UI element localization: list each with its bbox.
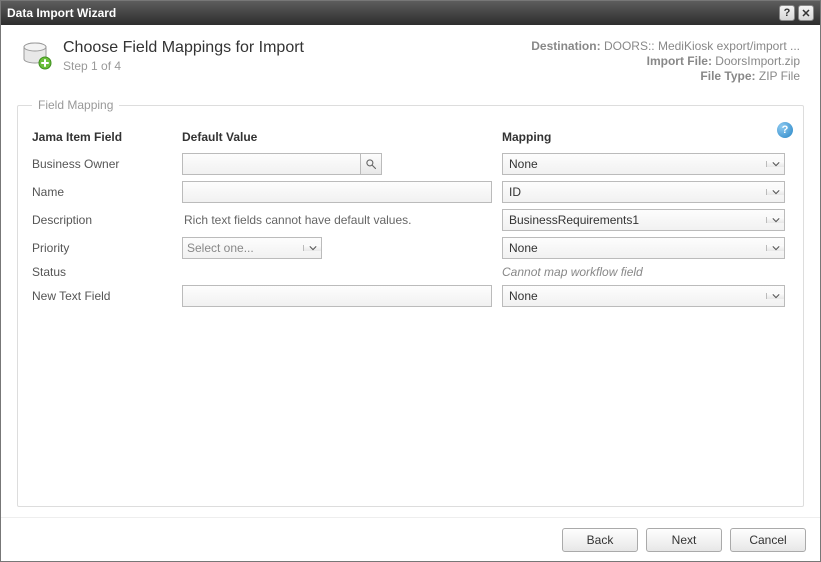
name-mapping-value: ID bbox=[503, 185, 766, 199]
chevron-down-icon bbox=[303, 245, 321, 251]
business-owner-mapping-value: None bbox=[503, 157, 766, 171]
header-titles: Choose Field Mappings for Import Step 1 … bbox=[63, 39, 304, 73]
priority-mapping-value: None bbox=[503, 241, 766, 255]
name-default-input[interactable] bbox=[183, 182, 491, 202]
description-mapping-value: BusinessRequirements1 bbox=[503, 213, 766, 227]
row-status: Status Cannot map workflow field bbox=[32, 262, 789, 282]
chevron-down-icon bbox=[766, 161, 784, 167]
label-business-owner: Business Owner bbox=[32, 150, 182, 178]
chevron-down-icon bbox=[766, 189, 784, 195]
row-name: Name ID bbox=[32, 178, 789, 206]
file-type-value: ZIP File bbox=[759, 69, 800, 83]
file-type-label: File Type: bbox=[700, 69, 755, 83]
field-mapping-table: Jama Item Field Default Value Mapping Bu… bbox=[32, 124, 789, 310]
new-text-field-mapping-dropdown[interactable]: None bbox=[502, 285, 785, 307]
name-mapping-dropdown[interactable]: ID bbox=[502, 181, 785, 203]
destination-value: DOORS:: MediKiosk export/import ... bbox=[604, 39, 800, 53]
status-mapping-note: Cannot map workflow field bbox=[502, 265, 643, 279]
wizard-body: Field Mapping ? Jama Item Field Default … bbox=[1, 94, 820, 517]
label-name: Name bbox=[32, 178, 182, 206]
business-owner-input-wrap bbox=[182, 153, 360, 175]
business-owner-lookup bbox=[182, 153, 382, 175]
label-priority: Priority bbox=[32, 234, 182, 262]
close-button[interactable]: ✕ bbox=[798, 5, 814, 21]
import-wizard-dialog: Data Import Wizard ? ✕ Choose Field Mapp… bbox=[0, 0, 821, 562]
row-description: Description Rich text fields cannot have… bbox=[32, 206, 789, 234]
cancel-button[interactable]: Cancel bbox=[730, 528, 806, 552]
label-new-text-field: New Text Field bbox=[32, 282, 182, 310]
wizard-footer: Back Next Cancel bbox=[1, 517, 820, 561]
label-status: Status bbox=[32, 262, 182, 282]
page-subtitle: Step 1 of 4 bbox=[63, 59, 304, 73]
col-mapping: Mapping bbox=[502, 124, 789, 150]
help-icon[interactable]: ? bbox=[777, 122, 793, 138]
chevron-down-icon bbox=[766, 293, 784, 299]
import-file-label: Import File: bbox=[647, 54, 712, 68]
wizard-header: Choose Field Mappings for Import Step 1 … bbox=[1, 25, 820, 94]
import-file-value: DoorsImport.zip bbox=[715, 54, 800, 68]
help-button-titlebar[interactable]: ? bbox=[779, 5, 795, 21]
name-default-input-wrap bbox=[182, 181, 492, 203]
priority-mapping-dropdown[interactable]: None bbox=[502, 237, 785, 259]
chevron-down-icon bbox=[766, 217, 784, 223]
next-button[interactable]: Next bbox=[646, 528, 722, 552]
table-header-row: Jama Item Field Default Value Mapping bbox=[32, 124, 789, 150]
description-note: Rich text fields cannot have default val… bbox=[182, 213, 411, 227]
business-owner-search-button[interactable] bbox=[360, 153, 382, 175]
row-priority: Priority Select one... None bbox=[32, 234, 789, 262]
row-new-text-field: New Text Field None bbox=[32, 282, 789, 310]
col-default-value: Default Value bbox=[182, 124, 502, 150]
close-icon: ✕ bbox=[801, 7, 810, 20]
description-mapping-dropdown[interactable]: BusinessRequirements1 bbox=[502, 209, 785, 231]
search-icon bbox=[365, 158, 377, 170]
priority-default-combo[interactable]: Select one... bbox=[182, 237, 322, 259]
back-button[interactable]: Back bbox=[562, 528, 638, 552]
label-description: Description bbox=[32, 206, 182, 234]
new-text-field-default-input[interactable] bbox=[183, 286, 491, 306]
header-meta: Destination: DOORS:: MediKiosk export/im… bbox=[531, 39, 800, 84]
database-import-icon bbox=[21, 39, 53, 71]
new-text-field-default-input-wrap bbox=[182, 285, 492, 307]
fieldset-legend: Field Mapping bbox=[32, 98, 119, 112]
new-text-field-mapping-value: None bbox=[503, 289, 766, 303]
business-owner-input[interactable] bbox=[183, 154, 360, 174]
titlebar: Data Import Wizard ? ✕ bbox=[1, 1, 820, 25]
priority-combo-text: Select one... bbox=[183, 241, 303, 255]
page-title: Choose Field Mappings for Import bbox=[63, 39, 304, 57]
row-business-owner: Business Owner bbox=[32, 150, 789, 178]
field-mapping-fieldset: Field Mapping ? Jama Item Field Default … bbox=[17, 98, 804, 507]
col-item-field: Jama Item Field bbox=[32, 124, 182, 150]
window-title: Data Import Wizard bbox=[7, 6, 116, 20]
chevron-down-icon bbox=[766, 245, 784, 251]
business-owner-mapping-dropdown[interactable]: None bbox=[502, 153, 785, 175]
destination-label: Destination: bbox=[531, 39, 600, 53]
question-icon: ? bbox=[784, 7, 791, 19]
